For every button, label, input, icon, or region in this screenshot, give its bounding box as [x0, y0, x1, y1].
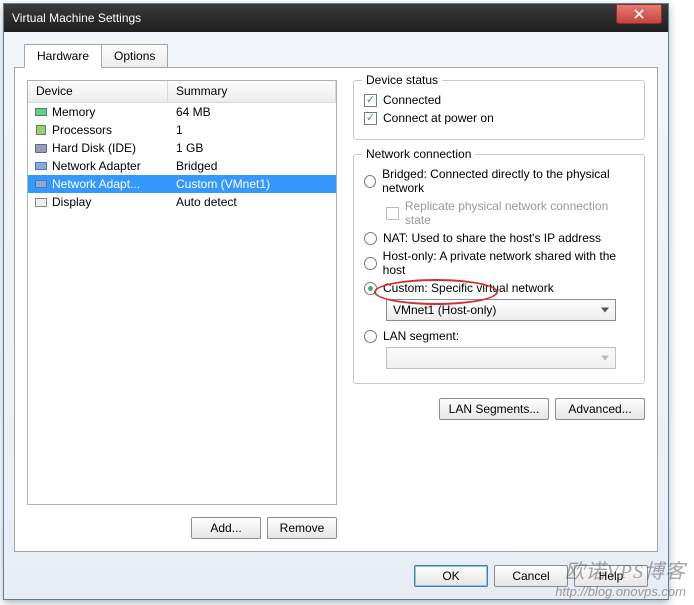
custom-radio[interactable] — [364, 282, 377, 295]
right-buttons: LAN Segments... Advanced... — [353, 398, 645, 420]
connect-at-power-on-row[interactable]: Connect at power on — [364, 111, 634, 125]
device-name: Display — [52, 195, 91, 209]
network-connection-group: Network connection Bridged: Connected di… — [353, 154, 645, 384]
group-title: Network connection — [362, 147, 475, 161]
replicate-row: Replicate physical network connection st… — [386, 199, 634, 227]
remove-button[interactable]: Remove — [267, 517, 337, 539]
button-label: Remove — [280, 521, 325, 535]
chevron-down-icon — [601, 356, 609, 361]
hardware-panel: Device Summary Memory 64 MB Processors 1 Har… — [14, 67, 658, 552]
button-label: LAN Segments... — [449, 402, 540, 416]
help-button[interactable]: Help — [574, 565, 648, 587]
titlebar[interactable]: Virtual Machine Settings — [4, 4, 668, 32]
connected-checkbox[interactable] — [364, 94, 377, 107]
radio-label: Bridged: Connected directly to the physi… — [382, 167, 634, 195]
button-label: Cancel — [512, 569, 549, 583]
net-icon — [34, 160, 48, 172]
connect-power-on-checkbox[interactable] — [364, 112, 377, 125]
tab-bar: Hardware Options — [24, 44, 658, 67]
device-summary: 1 — [168, 123, 336, 137]
lan-segment-row[interactable]: LAN segment: — [364, 329, 634, 343]
button-label: OK — [442, 569, 459, 583]
button-label: Advanced... — [568, 402, 631, 416]
connected-row[interactable]: Connected — [364, 93, 634, 107]
device-row[interactable]: Network Adapt... Custom (VMnet1) — [28, 175, 336, 193]
dialog-footer: OK Cancel Help — [414, 565, 648, 587]
ok-button[interactable]: OK — [414, 565, 488, 587]
cpu-icon — [34, 124, 48, 136]
window-title: Virtual Machine Settings — [12, 11, 660, 25]
radio-label: Custom: Specific virtual network — [383, 281, 554, 295]
cancel-button[interactable]: Cancel — [494, 565, 568, 587]
left-buttons: Add... Remove — [191, 517, 337, 539]
device-name: Memory — [52, 105, 95, 119]
button-label: Help — [599, 569, 624, 583]
tab-options[interactable]: Options — [101, 44, 168, 67]
tab-label: Options — [114, 49, 155, 63]
device-name: Hard Disk (IDE) — [52, 141, 136, 155]
bridged-row[interactable]: Bridged: Connected directly to the physi… — [364, 167, 634, 195]
device-summary: Auto detect — [168, 195, 336, 209]
device-rows: Memory 64 MB Processors 1 Hard Disk (IDE) 1 G… — [28, 103, 336, 211]
disp-icon — [34, 196, 48, 208]
device-list-header: Device Summary — [28, 81, 336, 103]
radio-label: NAT: Used to share the host's IP address — [383, 231, 601, 245]
device-row[interactable]: Processors 1 — [28, 121, 336, 139]
col-header-summary[interactable]: Summary — [168, 81, 336, 102]
button-label: Add... — [210, 521, 241, 535]
left-pane: Device Summary Memory 64 MB Processors 1 Har… — [27, 80, 337, 539]
device-summary: Custom (VMnet1) — [168, 177, 336, 191]
col-header-device[interactable]: Device — [28, 81, 168, 102]
chevron-down-icon — [601, 308, 609, 313]
radio-label: LAN segment: — [383, 329, 459, 343]
checkbox-label: Connect at power on — [383, 111, 494, 125]
tab-hardware[interactable]: Hardware — [24, 44, 102, 68]
host-only-row[interactable]: Host-only: A private network shared with… — [364, 249, 634, 277]
custom-row[interactable]: Custom: Specific virtual network — [364, 281, 634, 295]
device-name: Processors — [52, 123, 112, 137]
device-row[interactable]: Memory 64 MB — [28, 103, 336, 121]
device-row[interactable]: Display Auto detect — [28, 193, 336, 211]
hdd-icon — [34, 142, 48, 154]
radio-label: Host-only: A private network shared with… — [383, 249, 634, 277]
device-summary: 1 GB — [168, 141, 336, 155]
close-button[interactable] — [616, 4, 662, 24]
ram-icon — [34, 106, 48, 118]
lan-segment-dropdown — [386, 347, 616, 369]
close-icon — [634, 9, 644, 19]
device-name: Network Adapt... — [52, 177, 140, 191]
device-list: Device Summary Memory 64 MB Processors 1 Har… — [27, 80, 337, 505]
lan-segments-button[interactable]: LAN Segments... — [439, 398, 549, 420]
device-row[interactable]: Network Adapter Bridged — [28, 157, 336, 175]
right-pane: Device status Connected Connect at power… — [353, 80, 645, 539]
checkbox-label: Replicate physical network connection st… — [405, 199, 634, 227]
replicate-checkbox — [386, 207, 399, 220]
dropdown-value: VMnet1 (Host-only) — [393, 303, 496, 317]
lan-segment-radio[interactable] — [364, 330, 377, 343]
device-row[interactable]: Hard Disk (IDE) 1 GB — [28, 139, 336, 157]
content-area: Hardware Options Device Summary Memory 64… — [14, 44, 658, 553]
net-icon — [34, 178, 48, 190]
group-title: Device status — [362, 73, 442, 87]
device-status-group: Device status Connected Connect at power… — [353, 80, 645, 140]
checkbox-label: Connected — [383, 93, 441, 107]
bridged-radio[interactable] — [364, 175, 376, 188]
vm-settings-window: Virtual Machine Settings Hardware Option… — [3, 3, 669, 600]
advanced-button[interactable]: Advanced... — [555, 398, 645, 420]
nat-row[interactable]: NAT: Used to share the host's IP address — [364, 231, 634, 245]
device-name: Network Adapter — [52, 159, 141, 173]
device-summary: Bridged — [168, 159, 336, 173]
host-only-radio[interactable] — [364, 257, 377, 270]
tab-label: Hardware — [37, 49, 89, 63]
nat-radio[interactable] — [364, 232, 377, 245]
device-summary: 64 MB — [168, 105, 336, 119]
add-button[interactable]: Add... — [191, 517, 261, 539]
custom-network-dropdown[interactable]: VMnet1 (Host-only) — [386, 299, 616, 321]
